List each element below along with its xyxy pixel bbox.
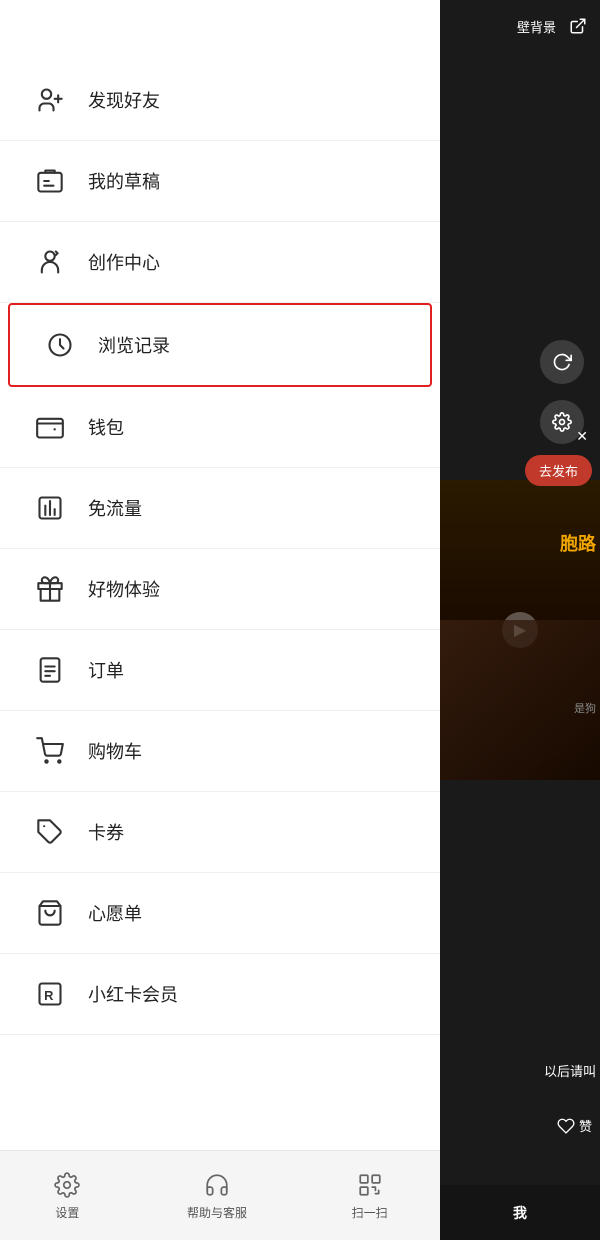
menu-list: 发现好友 我的草稿 创作中心 浏览记录	[0, 0, 440, 1035]
scan-label: 扫一扫	[352, 1204, 388, 1221]
menu-item-wishlist[interactable]: 心愿单	[0, 873, 440, 954]
help-icon	[202, 1170, 232, 1200]
good-experience-icon	[32, 571, 68, 607]
scan-icon	[355, 1170, 385, 1200]
wishlist-label: 心愿单	[88, 900, 142, 926]
menu-panel: 发现好友 我的草稿 创作中心 浏览记录	[0, 0, 440, 1240]
settings-label: 设置	[55, 1204, 79, 1221]
wishlist-icon	[32, 895, 68, 931]
external-link-icon[interactable]	[564, 12, 592, 40]
close-publish-icon[interactable]: ✕	[576, 428, 588, 445]
help-tab[interactable]: 帮助与客服	[187, 1170, 247, 1221]
svg-text:R: R	[44, 988, 53, 1003]
creator-center-icon	[32, 244, 68, 280]
red-membership-label: 小红卡会员	[88, 981, 178, 1007]
bottom-tabs: 设置 帮助与客服 扫一扫	[0, 1150, 440, 1240]
shopping-cart-icon	[32, 733, 68, 769]
wallet-label: 钱包	[88, 414, 124, 440]
free-data-label: 免流量	[88, 495, 142, 521]
settings-tab[interactable]: 设置	[52, 1170, 82, 1221]
shopping-cart-label: 购物车	[88, 738, 142, 764]
like-button[interactable]: 赞	[557, 1116, 592, 1135]
tab-me[interactable]: 我	[440, 1185, 600, 1240]
settings-icon	[52, 1170, 82, 1200]
coupons-label: 卡券	[88, 819, 124, 845]
browse-history-label: 浏览记录	[98, 332, 170, 358]
publish-button[interactable]: 去发布	[525, 455, 592, 486]
menu-item-my-drafts[interactable]: 我的草稿	[0, 141, 440, 222]
red-membership-icon: R	[32, 976, 68, 1012]
my-drafts-icon	[32, 163, 68, 199]
like-label: 赞	[579, 1116, 592, 1135]
coupons-icon	[32, 814, 68, 850]
menu-item-find-friends[interactable]: 发现好友	[0, 60, 440, 141]
menu-item-creator-center[interactable]: 创作中心	[0, 222, 440, 303]
creator-center-label: 创作中心	[88, 249, 160, 275]
refresh-icon-circle[interactable]	[540, 340, 584, 384]
menu-item-free-data[interactable]: 免流量	[0, 468, 440, 549]
orders-label: 订单	[88, 657, 124, 683]
find-friends-label: 发现好友	[88, 87, 160, 113]
video-title: 胞路	[560, 530, 596, 556]
menu-item-red-membership[interactable]: R 小红卡会员	[0, 954, 440, 1035]
menu-item-good-experience[interactable]: 好物体验	[0, 549, 440, 630]
me-tab-label: 我	[513, 1203, 527, 1223]
browse-history-icon	[42, 327, 78, 363]
find-friends-icon	[32, 82, 68, 118]
free-data-icon	[32, 490, 68, 526]
top-right-controls: 壁背景	[517, 12, 592, 40]
video-sub-label: 是狗	[574, 700, 596, 1020]
good-experience-label: 好物体验	[88, 576, 160, 602]
menu-item-orders[interactable]: 订单	[0, 630, 440, 711]
menu-item-shopping-cart[interactable]: 购物车	[0, 711, 440, 792]
orders-icon	[32, 652, 68, 688]
help-label: 帮助与客服	[187, 1204, 247, 1221]
scan-tab[interactable]: 扫一扫	[352, 1170, 388, 1221]
wallpaper-label: 壁背景	[517, 17, 556, 36]
bottom-right-text: 以后请叫	[544, 1061, 596, 1080]
menu-item-browse-history[interactable]: 浏览记录	[8, 303, 432, 387]
menu-item-wallet[interactable]: 钱包	[0, 387, 440, 468]
wallet-icon	[32, 409, 68, 445]
menu-item-coupons[interactable]: 卡券	[0, 792, 440, 873]
my-drafts-label: 我的草稿	[88, 168, 160, 194]
